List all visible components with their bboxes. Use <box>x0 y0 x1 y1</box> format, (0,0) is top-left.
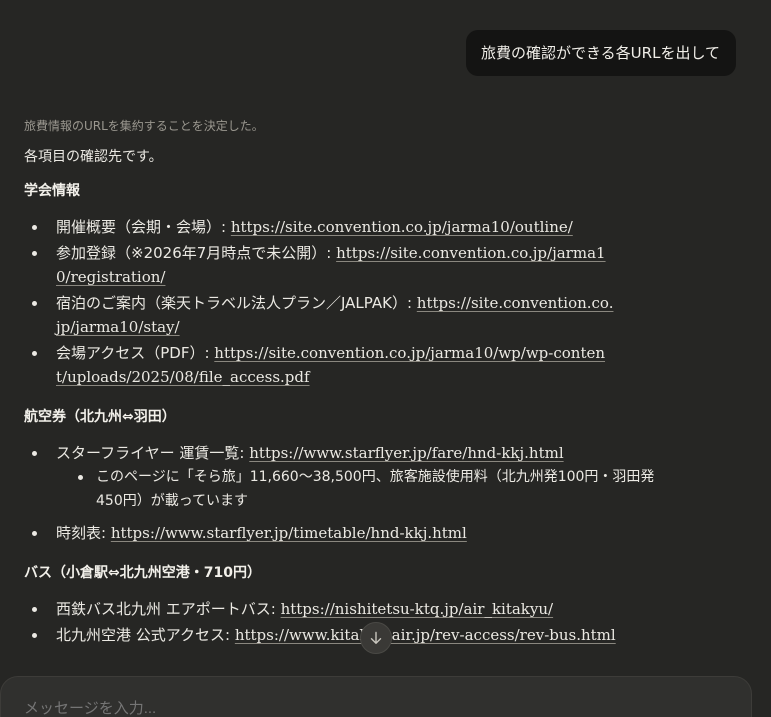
list-item: 会場アクセス（PDF）: https://site.convention.co.… <box>24 341 616 389</box>
message-input[interactable] <box>22 699 626 717</box>
link-label: 開催概要（会期・会場）: <box>56 218 231 236</box>
link-label: 参加登録（※2026年7月時点で未公開）: <box>56 244 337 262</box>
list-item: 西鉄バス北九州 エアポートバス: https://nishitetsu-ktq.… <box>24 597 616 621</box>
link-label: スターフライヤー 運賃一覧: <box>56 444 250 462</box>
airport-bus-link[interactable]: https://nishitetsu-ktq.jp/air_kitakyu/ <box>281 600 554 618</box>
assistant-message: 旅費情報のURLを集約することを決定した。 各項目の確認先です。 学会情報 開催… <box>24 117 724 665</box>
outline-link[interactable]: https://site.convention.co.jp/jarma10/ou… <box>231 218 573 236</box>
flight-link-list: スターフライヤー 運賃一覧: https://www.starflyer.jp/… <box>24 441 724 545</box>
scroll-to-bottom-button[interactable] <box>360 622 392 654</box>
assistant-intro: 各項目の確認先です。 <box>24 149 163 165</box>
thinking-summary[interactable]: 旅費情報のURLを集約することを決定した。 <box>24 117 724 135</box>
fare-note: このページに「そら旅」11,660〜38,500円、旅客施設使用料（北九州発10… <box>56 465 676 513</box>
list-item: 北九州空港 公式アクセス: https://www.kitakyu-air.jp… <box>24 623 616 647</box>
list-item: スターフライヤー 運賃一覧: https://www.starflyer.jp/… <box>24 441 654 513</box>
airport-access-link[interactable]: https://www.kitakyu-air.jp/rev-access/re… <box>235 626 616 644</box>
list-item: 開催概要（会期・会場）: https://site.convention.co.… <box>24 215 616 239</box>
user-message-text: 旅費の確認ができる各URLを出して <box>480 44 720 62</box>
list-item: 宿泊のご案内（楽天トラベル法人プラン／JALPAK）: https://site… <box>24 291 616 339</box>
link-label: 西鉄バス北九州 エアポートバス: <box>56 600 281 618</box>
fare-sub-list: このページに「そら旅」11,660〜38,500円、旅客施設使用料（北九州発10… <box>56 465 654 513</box>
user-message-bubble: 旅費の確認ができる各URLを出して <box>465 30 736 76</box>
list-item: 時刻表: https://www.starflyer.jp/timetable/… <box>24 521 616 545</box>
chat-view: 旅費の確認ができる各URLを出して 旅費情報のURLを集約することを決定した。 … <box>0 0 771 717</box>
list-item: 参加登録（※2026年7月時点で未公開）: https://site.conve… <box>24 241 616 289</box>
message-composer <box>0 676 752 717</box>
fare-link[interactable]: https://www.starflyer.jp/fare/hnd-kkj.ht… <box>249 444 563 462</box>
link-label: 会場アクセス（PDF）: <box>56 344 215 362</box>
arrow-down-icon <box>370 631 382 644</box>
section-heading-bus: バス（小倉駅⇔北九州空港・710円） <box>24 565 261 581</box>
link-label: 宿泊のご案内（楽天トラベル法人プラン／JALPAK）: <box>56 294 417 312</box>
timetable-link[interactable]: https://www.starflyer.jp/timetable/hnd-k… <box>111 524 467 542</box>
link-label: 北九州空港 公式アクセス: <box>56 626 235 644</box>
conference-link-list: 開催概要（会期・会場）: https://site.convention.co.… <box>24 215 724 389</box>
section-heading-conference: 学会情報 <box>24 183 80 199</box>
section-heading-flights: 航空券（北九州⇔羽田） <box>24 409 176 425</box>
link-label: 時刻表: <box>56 524 111 542</box>
